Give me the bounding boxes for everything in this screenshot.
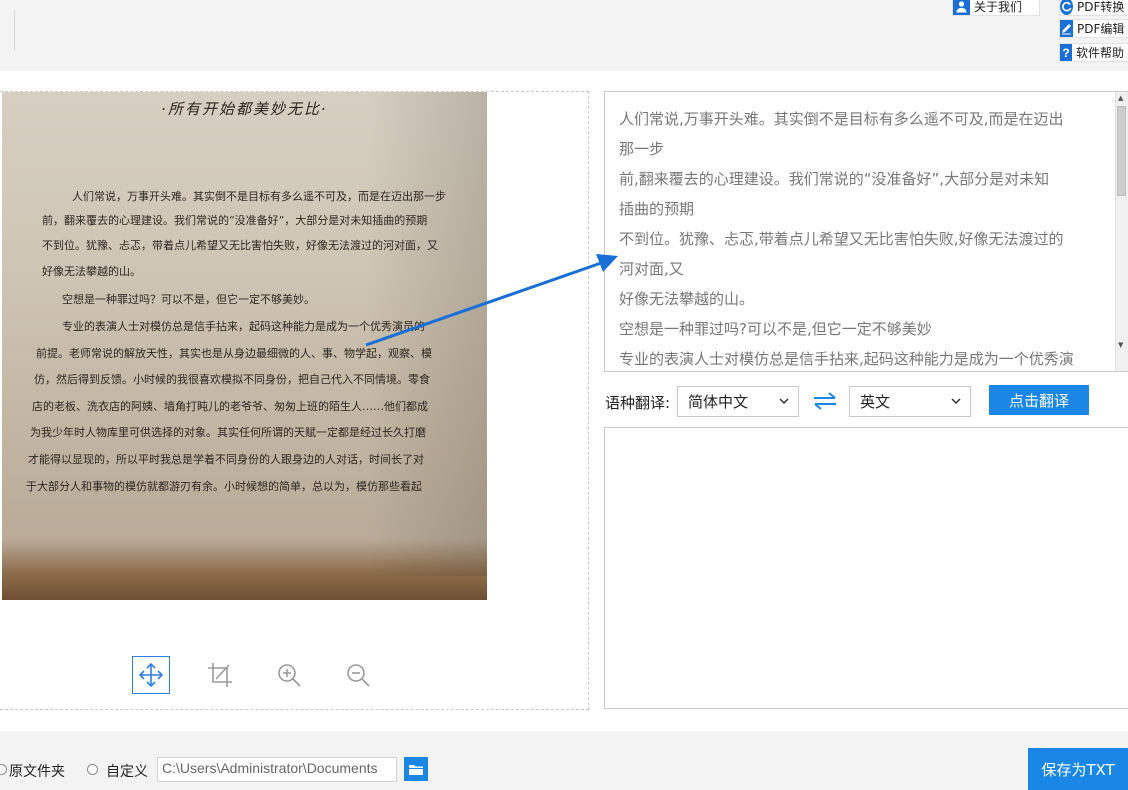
pdf-convert-label: PDF转换 bbox=[1077, 0, 1125, 14]
radio-custom-folder[interactable] bbox=[87, 764, 98, 775]
ocr-scrollbar[interactable]: ▲ ▼ bbox=[1115, 92, 1128, 371]
about-us-button[interactable]: 关于我们 bbox=[952, 0, 1040, 16]
browse-folder-button[interactable] bbox=[404, 757, 428, 781]
ocr-line: 河对面,又 bbox=[619, 260, 684, 278]
ocr-line: 专业的表演人士对模仿总是信手拈来,起码这种能力是成为一个优秀演 bbox=[619, 350, 1074, 368]
photo-line: 专业的表演人士对模仿总是信手拈来，起码这种能力是成为一个优秀演员的 bbox=[62, 320, 425, 333]
target-language-value: 英文 bbox=[860, 393, 891, 411]
zoom-out-button[interactable] bbox=[339, 656, 377, 694]
scroll-thumb[interactable] bbox=[1117, 106, 1126, 196]
refresh-icon bbox=[1060, 0, 1073, 15]
chevron-down-icon bbox=[779, 398, 789, 405]
photo-line: 仿，然后得到反馈。小时候的我很喜欢模拟不同身份，把自己代入不同情境。零食 bbox=[34, 373, 430, 386]
toolbar-divider bbox=[14, 10, 15, 50]
image-tools bbox=[132, 656, 377, 694]
pdf-convert-button[interactable]: PDF转换 bbox=[1059, 0, 1128, 16]
help-label: 软件帮助 bbox=[1075, 46, 1124, 60]
photo-line: 好像无法攀越的山。 bbox=[42, 265, 141, 278]
source-language-value: 简体中文 bbox=[688, 393, 749, 411]
photo-line: 人们常说，万事开头难。其实倒不是目标有多么遥不可及，而是在迈出那一步 bbox=[72, 190, 446, 203]
photo-line: 为我少年时人物库里可供选择的对象。其实任何所谓的天赋一定都是经过长久打磨 bbox=[30, 426, 426, 439]
scroll-up-icon[interactable]: ▲ bbox=[1118, 94, 1123, 102]
zoom-in-icon bbox=[278, 664, 301, 687]
translate-button[interactable]: 点击翻译 bbox=[989, 385, 1089, 415]
zoom-out-icon bbox=[347, 664, 370, 687]
about-us-label: 关于我们 bbox=[974, 0, 1023, 14]
folder-icon bbox=[409, 764, 423, 775]
help-icon: ? bbox=[1060, 44, 1072, 61]
scanned-page-image: ·所有开始都美妙无比· 人们常说，万事开头难。其实倒不是目标有多么遥不可及，而是… bbox=[2, 92, 487, 600]
photo-line: 才能得以显现的，所以平时我总是学着不同身份的人跟身边的人对话，时间长了对 bbox=[28, 453, 424, 466]
source-language-select[interactable]: 简体中文 bbox=[677, 386, 799, 417]
ocr-line: 那一步 bbox=[619, 140, 665, 158]
photo-line: 不到位。犹豫、忐忑，带着点儿希望又无比害怕失败，好像无法渡过的河对面，又 bbox=[42, 239, 438, 252]
photo-line: 前提。老师常说的解放天性，其实也是从身边最细微的人、事、物学起，观察、模 bbox=[36, 347, 432, 360]
radio-original-folder-label: 原文件夹 bbox=[9, 764, 65, 780]
output-path-input[interactable]: C:\Users\Administrator\Documents bbox=[157, 757, 397, 782]
move-tool-button[interactable] bbox=[132, 656, 170, 694]
swap-languages-button[interactable] bbox=[812, 392, 838, 414]
table-surface bbox=[2, 576, 487, 600]
ocr-line: 人们常说,万事开头难。其实倒不是目标有多么遥不可及,而是在迈出 bbox=[619, 110, 1064, 128]
photo-title: ·所有开始都美妙无比· bbox=[161, 100, 328, 118]
photo-line: 前，翻来覆去的心理建设。我们常说的“没准备好”，大部分是对未知插曲的预期 bbox=[42, 214, 428, 227]
target-language-select[interactable]: 英文 bbox=[849, 386, 971, 417]
save-as-txt-button[interactable]: 保存为TXT bbox=[1028, 748, 1128, 790]
radio-custom-folder-label: 自定义 bbox=[106, 764, 148, 780]
crop-tool-button[interactable] bbox=[201, 656, 239, 694]
chevron-down-icon bbox=[951, 398, 961, 405]
move-icon bbox=[138, 662, 164, 688]
ocr-result-textarea[interactable]: 人们常说,万事开头难。其实倒不是目标有多么遥不可及,而是在迈出 那一步 前,翻来… bbox=[604, 91, 1128, 372]
zoom-in-button[interactable] bbox=[270, 656, 308, 694]
crop-icon bbox=[208, 663, 232, 687]
pdf-edit-button[interactable]: PDF编辑 bbox=[1059, 19, 1128, 38]
photo-line: 空想是一种罪过吗？可以不是，但它一定不够美妙。 bbox=[62, 293, 315, 306]
ocr-line: 好像无法攀越的山。 bbox=[619, 290, 755, 308]
ocr-line: 不到位。犹豫、忐忑,带着点儿希望又无比害怕失败,好像无法渡过的 bbox=[619, 230, 1064, 248]
scroll-down-icon[interactable]: ▼ bbox=[1118, 341, 1123, 349]
ocr-line: 空想是一种罪过吗?可以不是,但它一定不够美妙 bbox=[619, 320, 932, 338]
pdf-edit-label: PDF编辑 bbox=[1077, 22, 1125, 36]
top-toolbar: 关于我们 PDF转换 PDF编辑 ? 软件帮助 bbox=[0, 0, 1128, 71]
ocr-line: 插曲的预期 bbox=[619, 200, 695, 218]
ocr-line: 前,翻来覆去的心理建设。我们常说的“没准备好”,大部分是对未知 bbox=[619, 170, 1050, 188]
pencil-icon bbox=[1060, 20, 1073, 37]
ocr-text-content: 人们常说,万事开头难。其实倒不是目标有多么遥不可及,而是在迈出 那一步 前,翻来… bbox=[619, 104, 1109, 371]
help-button[interactable]: ? 软件帮助 bbox=[1059, 43, 1128, 62]
swap-icon bbox=[814, 392, 836, 410]
user-icon bbox=[953, 0, 970, 15]
photo-line: 于大部分人和事物的模仿就都游刃有余。小时候想的简单，总以为，模仿那些看起 bbox=[26, 480, 422, 493]
translate-label: 语种翻译: bbox=[605, 394, 671, 412]
translation-result-textarea[interactable] bbox=[604, 427, 1128, 709]
photo-line: 店的老板、洗衣店的阿姨、墙角打盹儿的老爷爷、匆匆上班的陌生人……他们都成 bbox=[32, 400, 428, 413]
